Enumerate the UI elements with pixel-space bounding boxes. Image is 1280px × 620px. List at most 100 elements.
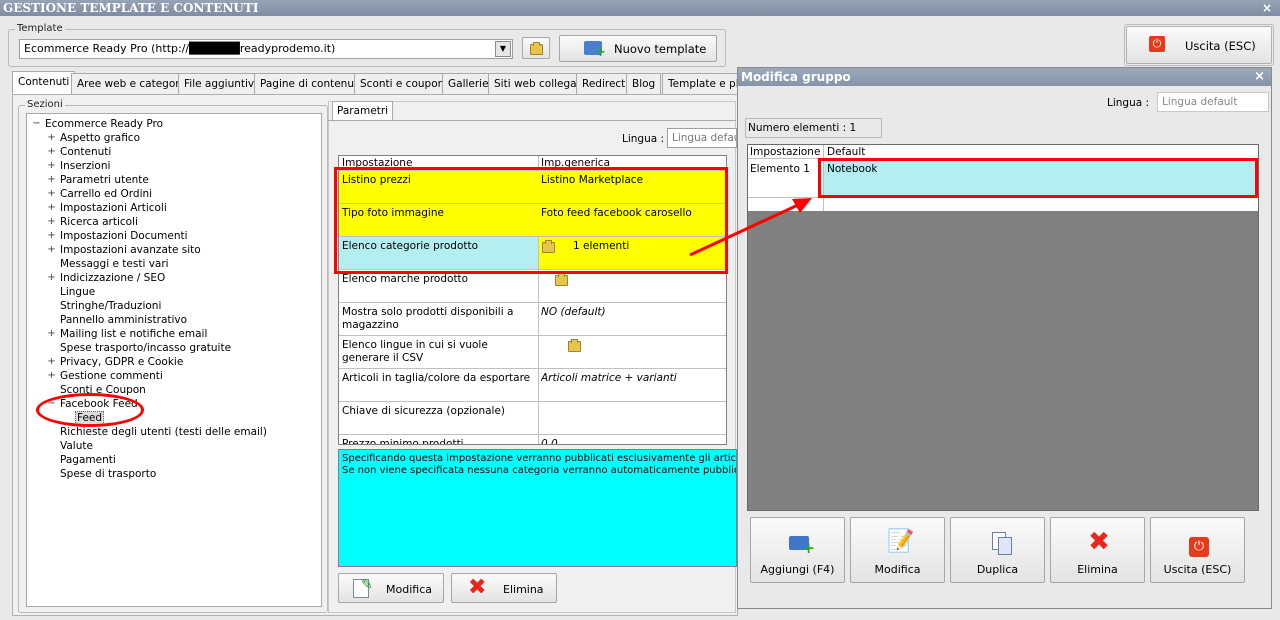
exit-label: Uscita (ESC) — [1185, 39, 1256, 53]
new-template-button[interactable]: + Nuovo template — [559, 35, 717, 62]
annotation-arrow — [689, 198, 812, 257]
tree-item[interactable]: Ricerca articoli — [60, 215, 138, 229]
tree-expand-icon[interactable]: + — [47, 187, 56, 201]
description-box: Specificando questa impostazione verrann… — [338, 449, 737, 567]
dialog-edit-label: Modifica — [874, 563, 921, 576]
tree-collapse-icon[interactable]: − — [32, 117, 41, 131]
tree-item[interactable]: Privacy, GDPR e Cookie — [60, 355, 183, 369]
tree-item[interactable]: Messaggi e testi vari — [60, 257, 169, 271]
edit-button[interactable]: ✎ Modifica — [338, 573, 444, 603]
dialog-duplicate-label: Duplica — [976, 563, 1019, 576]
tree-root[interactable]: Ecommerce Ready Pro — [45, 117, 163, 131]
tree-item[interactable]: Stringhe/Traduzioni — [60, 299, 161, 313]
tab-gallerie[interactable]: Gallerie — [442, 73, 495, 95]
tab-aree-web[interactable]: Aree web e categorie — [71, 73, 195, 95]
dialog-delete-button[interactable]: ✖ Elimina — [1050, 517, 1145, 583]
grid-row-line — [339, 302, 726, 303]
chevron-down-icon[interactable]: ▼ — [495, 41, 511, 57]
description-line-2: Se non viene specificata nessuna categor… — [342, 465, 736, 476]
params-language-field[interactable]: Lingua default — [667, 128, 737, 148]
annotation-rect-params — [334, 167, 728, 274]
tree-expand-icon[interactable]: + — [47, 215, 56, 229]
edit-group-dialog: Modifica gruppo × Lingua : Lingua defaul… — [737, 67, 1272, 609]
tree-item[interactable]: Pannello amministrativo — [60, 313, 187, 327]
dialog-count: Numero elementi : 1 — [745, 118, 882, 138]
params-tab-line — [328, 120, 736, 121]
template-select-value: Ecommerce Ready Pro (http://██████readyp… — [24, 42, 336, 55]
tree-item[interactable]: Contenuti — [60, 145, 111, 159]
folder-icon[interactable] — [568, 339, 581, 352]
tree-expand-icon[interactable]: + — [47, 173, 56, 187]
tree-expand-icon[interactable]: + — [47, 145, 56, 159]
tree-expand-icon[interactable]: + — [47, 131, 56, 145]
param-value[interactable]: NO (default) — [541, 306, 725, 319]
dialog-exit-button[interactable]: ⏻ Uscita (ESC) — [1150, 517, 1245, 583]
template-select[interactable]: Ecommerce Ready Pro (http://██████readyp… — [19, 39, 513, 59]
tab-file-aggiuntivi[interactable]: File aggiuntivi — [178, 73, 264, 95]
tree-item[interactable]: Impostazioni avanzate sito — [60, 243, 201, 257]
description-line-1: Specificando questa impostazione verrann… — [342, 453, 737, 464]
tree-item[interactable]: Carrello ed Ordini — [60, 187, 152, 201]
tab-parametri[interactable]: Parametri — [332, 101, 394, 121]
tree-item[interactable]: Valute — [60, 439, 93, 453]
grid-row-line — [339, 335, 726, 336]
tab-contenuti[interactable]: Contenuti — [12, 71, 76, 95]
grid-row-line — [339, 401, 726, 402]
param-value[interactable]: Articoli matrice + varianti — [541, 372, 725, 385]
dialog-title: Modifica gruppo — [738, 68, 1271, 86]
tree-expand-icon[interactable]: + — [47, 159, 56, 173]
dialog-edit-button[interactable]: 📝 Modifica — [850, 517, 945, 583]
params-language-label: Lingua : — [622, 133, 665, 145]
tree-expand-icon[interactable]: + — [47, 229, 56, 243]
tree-expand-icon[interactable]: + — [47, 243, 56, 257]
dialog-close-icon[interactable]: × — [1254, 68, 1265, 86]
sections-legend: Sezioni — [25, 99, 65, 110]
tree-item[interactable]: Richieste degli utenti (testi delle emai… — [60, 425, 267, 439]
tab-pagine-contenuti[interactable]: Pagine di contenuti — [254, 73, 368, 95]
dialog-duplicate-button[interactable]: Duplica — [950, 517, 1045, 583]
delete-label: Elimina — [503, 583, 544, 596]
tree-item[interactable]: Pagamenti — [60, 453, 116, 467]
annotation-rect-dialog — [818, 158, 1258, 198]
tree-item[interactable]: Gestione commenti — [60, 369, 163, 383]
tree-item[interactable]: Impostazioni Documenti — [60, 229, 188, 243]
tree-expand-icon[interactable]: + — [47, 271, 56, 285]
delete-button[interactable]: ✖ Elimina — [451, 573, 557, 603]
sections-tree[interactable]: − Ecommerce Ready Pro + Aspetto grafico + C… — [26, 113, 322, 607]
tree-expand-icon[interactable]: + — [47, 369, 56, 383]
dialog-grid: Impostazione Default Elemento 1 Notebook — [747, 144, 1259, 511]
tree-expand-icon[interactable]: + — [47, 355, 56, 369]
folder-icon[interactable] — [555, 273, 568, 286]
power-icon: ⏻ — [1149, 36, 1165, 52]
dialog-add-button[interactable]: + Aggiungi (F4) — [750, 517, 845, 583]
power-icon: ⏻ — [1187, 530, 1211, 557]
dialog-language-field[interactable]: Lingua default — [1157, 92, 1269, 112]
tree-item[interactable]: Lingue — [60, 285, 95, 299]
param-value[interactable]: 0,0 — [541, 438, 725, 444]
open-folder-button[interactable] — [522, 37, 550, 59]
tree-expand-icon[interactable]: + — [47, 327, 56, 341]
folder-icon — [530, 42, 543, 55]
tree-item[interactable]: Impostazioni Articoli — [60, 201, 167, 215]
tree-item[interactable]: Mailing list e notifiche email — [60, 327, 207, 341]
tab-blog[interactable]: Blog — [626, 73, 662, 95]
tree-item[interactable]: Parametri utente — [60, 173, 149, 187]
dialog-row-name: Elemento 1 — [750, 163, 810, 175]
window-close-icon[interactable]: × — [1260, 0, 1274, 16]
params-language-value: Lingua default — [672, 132, 736, 144]
dialog-exit-label: Uscita (ESC) — [1163, 563, 1232, 576]
tab-redirect[interactable]: Redirect — [576, 73, 632, 95]
tree-item[interactable]: Spese trasporto/incasso gratuite — [60, 341, 231, 355]
tree-expand-icon[interactable]: + — [47, 201, 56, 215]
plus-icon: + — [595, 45, 606, 60]
template-legend: Template — [15, 23, 65, 34]
exit-button[interactable]: ⏻ Uscita (ESC) — [1126, 26, 1272, 64]
param-name: Elenco lingue in cui si vuole generare i… — [342, 339, 488, 364]
dialog-language-value: Lingua default — [1162, 96, 1238, 108]
tab-siti-web[interactable]: Siti web collegati — [488, 73, 590, 95]
tree-item[interactable]: Spese di trasporto — [60, 467, 156, 481]
tree-item[interactable]: Inserzioni — [60, 159, 110, 173]
tab-sconti-coupon[interactable]: Sconti e coupon — [354, 73, 451, 95]
tree-item[interactable]: Aspetto grafico — [60, 131, 140, 145]
tree-item[interactable]: Indicizzazione / SEO — [60, 271, 165, 285]
